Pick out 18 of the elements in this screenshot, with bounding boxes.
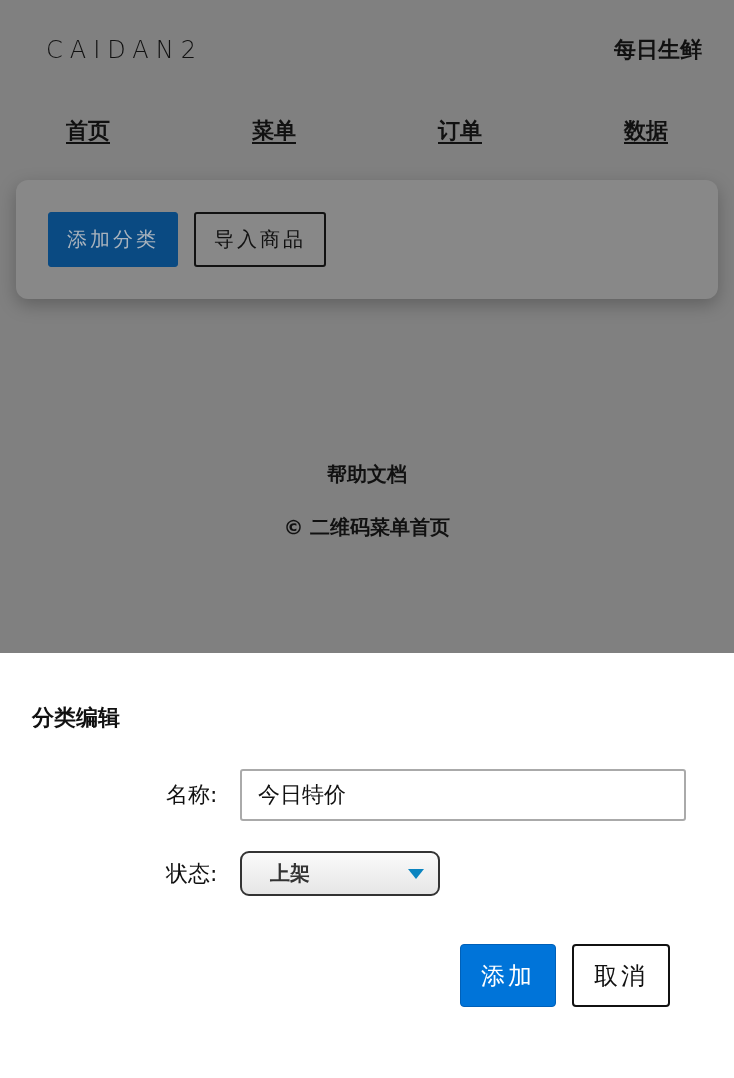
dialog-title: 分类编辑 xyxy=(32,704,120,732)
shop-name: 每日生鲜 xyxy=(614,36,702,64)
nav-link[interactable]: 订单 xyxy=(438,116,482,146)
add-category-button[interactable]: 添加分类 xyxy=(48,212,178,267)
nav-link[interactable]: 菜单 xyxy=(252,116,296,146)
field-label: 名称: xyxy=(166,781,219,809)
copyright-text: © 二维码菜单首页 xyxy=(283,514,451,541)
status-select[interactable]: 上架 xyxy=(240,851,440,896)
cancel-button[interactable]: 取消 xyxy=(572,944,670,1007)
import-button[interactable]: 导入商品 xyxy=(194,212,326,267)
caret-icon xyxy=(408,868,424,879)
nav-link[interactable]: 首页 xyxy=(66,116,110,146)
help-link[interactable]: 帮助文档 xyxy=(327,461,407,488)
logo: CAIDAN2 xyxy=(46,36,203,64)
field-label: 状态: xyxy=(166,859,219,888)
name-input[interactable]: 今日特价 xyxy=(240,769,686,821)
add-button[interactable]: 添加 xyxy=(460,944,556,1007)
nav-link[interactable]: 数据 xyxy=(624,116,668,146)
